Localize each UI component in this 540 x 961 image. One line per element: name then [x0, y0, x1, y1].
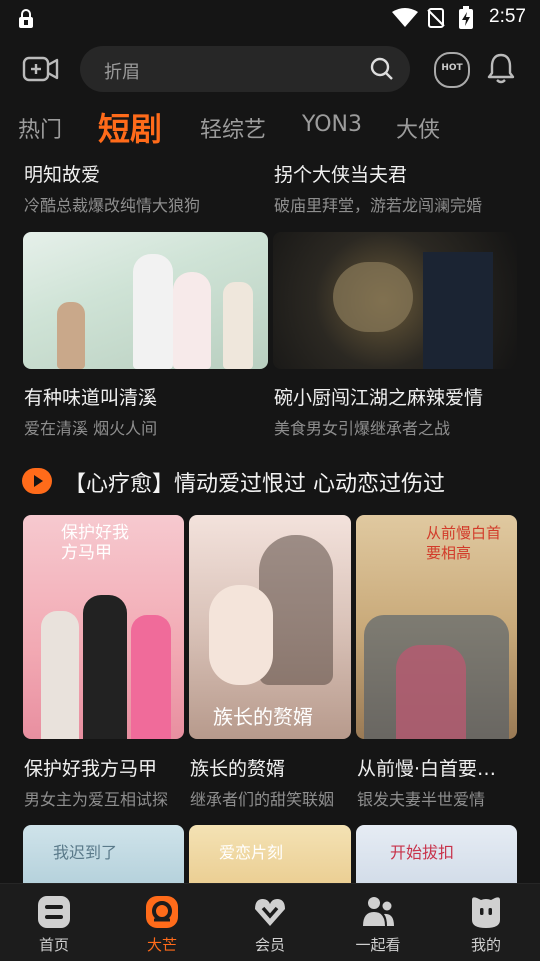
search-icon[interactable]: [370, 57, 394, 81]
nav-damang-label: 大芒: [146, 936, 177, 954]
category-tabs: 热门 短剧 轻综艺 YON3 大侠: [0, 104, 540, 150]
nav-me-label: 我的: [470, 936, 501, 954]
card-subtitle: 爱在清溪 烟火人间: [24, 419, 158, 438]
bottom-nav: 首页 大芒 会员 一起看 我的: [0, 883, 540, 961]
nav-vip-label: 会员: [254, 936, 285, 954]
card-title[interactable]: 碗小厨闯江湖之麻辣爱情: [274, 383, 518, 410]
thumbnail-figure: [173, 272, 211, 369]
poster-title-art: 从前慢白首要相高: [426, 524, 502, 562]
video-thumbnail[interactable]: [273, 232, 517, 369]
poster-title-art: 保护好我方马甲: [61, 523, 129, 563]
profile-icon: [472, 897, 500, 928]
hot-button[interactable]: HOT: [434, 52, 470, 88]
lock-icon: [19, 9, 33, 28]
thumbnail-figure: [57, 302, 85, 369]
nav-vip[interactable]: 会员: [216, 884, 324, 961]
card-title[interactable]: 从前慢·白首要…: [357, 754, 517, 781]
nav-watch-together-label: 一起看: [355, 936, 401, 954]
video-poster[interactable]: 开始拔扣: [356, 825, 517, 883]
tab-hot[interactable]: 热门: [18, 112, 62, 144]
status-bar: 2:57: [0, 0, 540, 36]
search-input[interactable]: 折眉: [80, 46, 410, 92]
card-subtitle: 男女主为爱互相试探: [24, 790, 169, 809]
video-poster[interactable]: 爱恋片刻: [189, 825, 351, 883]
people-icon: [363, 897, 394, 926]
thumbnail-figure: [133, 254, 173, 369]
video-thumbnail[interactable]: [23, 232, 268, 369]
wifi-icon: [392, 8, 418, 27]
thumbnail-figure: [223, 282, 253, 369]
video-poster[interactable]: 从前慢白首要相高: [356, 515, 517, 739]
tab-light-variety[interactable]: 轻综艺: [200, 112, 266, 144]
poster-figure: [131, 615, 171, 739]
tab-daxia[interactable]: 大侠: [396, 112, 440, 144]
battery-charging-icon: [459, 6, 473, 29]
nav-watch-together[interactable]: 一起看: [324, 884, 432, 961]
video-poster[interactable]: 我迟到了: [23, 825, 184, 883]
card-title[interactable]: 保护好我方马甲: [24, 754, 184, 781]
video-upload-icon[interactable]: [22, 54, 60, 84]
poster-figure: [396, 645, 466, 739]
poster-figure: [83, 595, 127, 739]
nav-home[interactable]: 首页: [0, 884, 108, 961]
video-poster[interactable]: 族长的赘婿: [189, 515, 351, 739]
poster-title-art: 开始拔扣: [390, 843, 455, 862]
card-subtitle: 冷酷总裁爆改纯情大狼狗: [24, 196, 201, 215]
poster-title-art: 族长的赘婿: [213, 705, 313, 729]
poster-figure: [41, 611, 79, 739]
top-bar: 折眉 HOT: [0, 44, 540, 96]
poster-title-art: 我迟到了: [53, 843, 118, 862]
thumbnail-figure: [333, 262, 413, 332]
card-title[interactable]: 族长的赘婿: [190, 754, 350, 781]
nav-home-label: 首页: [38, 936, 69, 954]
video-poster[interactable]: 保护好我方马甲: [23, 515, 184, 739]
home-icon: [38, 896, 70, 928]
no-sim-icon: [427, 8, 445, 28]
tab-short-drama[interactable]: 短剧: [98, 104, 162, 150]
tab-yon3[interactable]: YON3: [302, 112, 362, 137]
nav-damang[interactable]: 大芒: [108, 884, 216, 961]
search-placeholder: 折眉: [104, 62, 140, 83]
nav-me[interactable]: 我的: [432, 884, 540, 961]
bell-icon[interactable]: [486, 52, 516, 84]
section-title: 【心疗愈】情动爱过恨过 心动恋过伤过: [64, 472, 445, 497]
card-title[interactable]: 有种味道叫清溪: [24, 383, 264, 410]
card-title[interactable]: 拐个大侠当夫君: [274, 160, 518, 187]
damang-icon: [146, 896, 178, 928]
card-subtitle: 银发夫妻半世爱情: [357, 790, 486, 809]
card-subtitle: 继承者们的甜笑联姻: [190, 790, 335, 809]
poster-title-art: 爱恋片刻: [219, 843, 284, 862]
thumbnail-figure: [423, 252, 493, 369]
hot-label: HOT: [441, 63, 463, 73]
vip-heart-icon: [255, 899, 285, 926]
card-subtitle: 破庙里拜堂，游若龙闯澜完婚: [274, 196, 483, 215]
poster-figure: [209, 585, 273, 685]
card-subtitle: 美食男女引爆继承者之战: [274, 419, 451, 438]
play-badge-icon: [22, 468, 52, 494]
card-title[interactable]: 明知故爱: [24, 160, 264, 187]
status-time: 2:57: [489, 6, 526, 27]
